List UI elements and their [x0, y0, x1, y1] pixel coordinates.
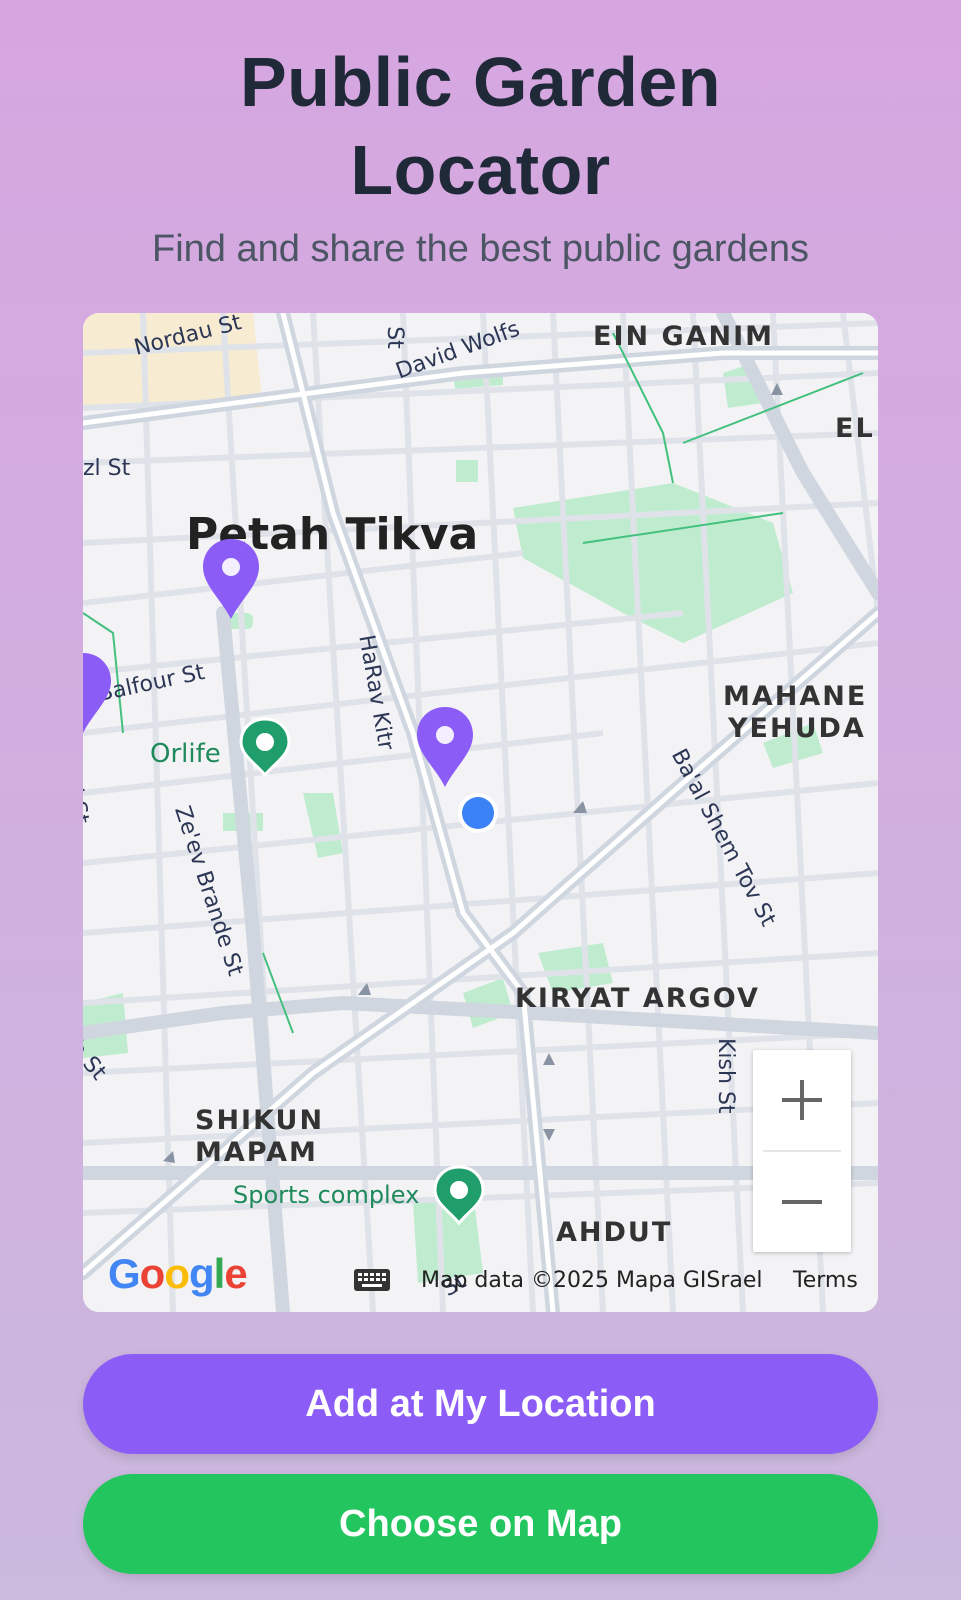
page-title: Public Garden Locator [0, 38, 961, 214]
keyboard-icon[interactable] [353, 1268, 391, 1292]
district-label: YEHUDA [728, 713, 866, 744]
district-label: EIN GANIM [593, 321, 775, 352]
district-label: MAPAM [195, 1137, 318, 1168]
poi-marker-icon[interactable] [433, 1165, 485, 1225]
header: Public Garden Locator Find and share the… [0, 0, 961, 272]
terms-link[interactable]: Terms [793, 1268, 858, 1293]
zoom-out-button[interactable] [753, 1152, 851, 1252]
map-view[interactable]: Nordau St David Wolfs St EIN GANIM EL zl… [83, 313, 878, 1312]
map-attribution: Map data ©2025 Mapa GISrael [421, 1268, 763, 1293]
title-line-1: Public Garden [239, 43, 722, 121]
street-label: zl St [83, 456, 131, 481]
district-label: AHDUT [556, 1217, 673, 1248]
minus-icon [782, 1200, 822, 1204]
page-subtitle: Find and share the best public gardens [152, 228, 809, 270]
district-label: EL [835, 413, 875, 444]
add-at-my-location-button[interactable]: Add at My Location [83, 1354, 878, 1454]
garden-marker-icon[interactable] [83, 651, 113, 735]
google-logo[interactable]: Google [108, 1250, 248, 1298]
district-label: SHIKUN [195, 1105, 325, 1136]
street-label: St [381, 326, 407, 349]
poi-label: Sports complex [233, 1181, 420, 1209]
my-location-icon [458, 793, 498, 833]
garden-marker-icon[interactable] [415, 705, 475, 789]
zoom-controls [753, 1050, 851, 1252]
plus-icon [782, 1080, 822, 1120]
district-label: KIRYAT ARGOV [515, 983, 760, 1014]
district-label: MAHANE [723, 681, 868, 712]
poi-marker-icon[interactable] [239, 717, 291, 777]
street-label: Kish St [713, 1038, 738, 1114]
title-line-2: Locator [350, 131, 611, 209]
zoom-in-button[interactable] [753, 1050, 851, 1150]
poi-label: Orlife [150, 739, 221, 769]
garden-marker-icon[interactable] [201, 537, 261, 621]
choose-on-map-button[interactable]: Choose on Map [83, 1474, 878, 1574]
